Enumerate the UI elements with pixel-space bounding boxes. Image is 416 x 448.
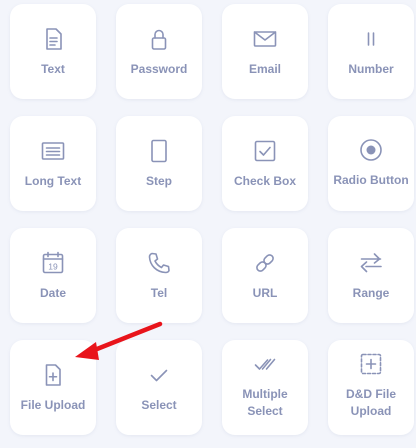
field-tile-dd-file-upload[interactable]: D&D File Upload <box>328 340 414 435</box>
field-label: Long Text <box>24 173 82 188</box>
lock-icon <box>146 26 172 52</box>
drag-drop-upload-icon <box>358 351 384 377</box>
field-tile-tel[interactable]: Tel <box>116 228 202 323</box>
field-tile-url[interactable]: URL <box>222 228 308 323</box>
field-label: D&D File Upload <box>345 387 396 418</box>
checkbox-icon <box>252 138 278 164</box>
field-label: Password <box>130 61 188 76</box>
field-tile-number[interactable]: Number <box>328 4 414 99</box>
field-label: Step <box>145 173 172 188</box>
field-tile-text[interactable]: Text <box>10 4 96 99</box>
field-tile-check-box[interactable]: Check Box <box>222 116 308 211</box>
field-tile-long-text[interactable]: Long Text <box>10 116 96 211</box>
field-label: Email <box>248 61 281 76</box>
field-label: File Upload <box>20 397 86 412</box>
range-arrows-icon <box>358 250 384 276</box>
field-label: Check Box <box>233 173 297 188</box>
step-icon <box>146 138 172 164</box>
radio-button-icon <box>358 137 384 163</box>
file-upload-icon <box>40 362 66 388</box>
field-tile-radio-button[interactable]: Radio Button <box>328 116 414 211</box>
field-label: Select <box>141 397 177 412</box>
envelope-icon <box>252 26 278 52</box>
field-tile-email[interactable]: Email <box>222 4 308 99</box>
field-tile-date[interactable]: 19 Date <box>10 228 96 323</box>
calendar-day: 19 <box>48 261 58 271</box>
long-text-icon <box>40 138 66 164</box>
text-document-icon <box>40 26 66 52</box>
field-tile-select[interactable]: Select <box>116 340 202 435</box>
field-tile-password[interactable]: Password <box>116 4 202 99</box>
field-label: Tel <box>150 285 168 300</box>
number-icon <box>358 26 384 52</box>
field-label: Range <box>352 285 390 300</box>
double-checkmark-icon <box>252 351 278 377</box>
field-label: Radio Button <box>333 172 409 187</box>
field-label: Multiple Select <box>242 387 288 418</box>
field-label: URL <box>252 285 278 300</box>
checkmark-icon <box>146 362 172 388</box>
field-label: Number <box>348 61 394 76</box>
field-tile-multiple-select[interactable]: Multiple Select <box>222 340 308 435</box>
calendar-icon: 19 <box>40 250 66 276</box>
field-tile-range[interactable]: Range <box>328 228 414 323</box>
phone-icon <box>146 250 172 276</box>
field-tile-step[interactable]: Step <box>116 116 202 211</box>
field-tile-file-upload[interactable]: File Upload <box>10 340 96 435</box>
field-label: Text <box>41 61 65 76</box>
field-label: Date <box>39 285 66 300</box>
link-icon <box>252 250 278 276</box>
